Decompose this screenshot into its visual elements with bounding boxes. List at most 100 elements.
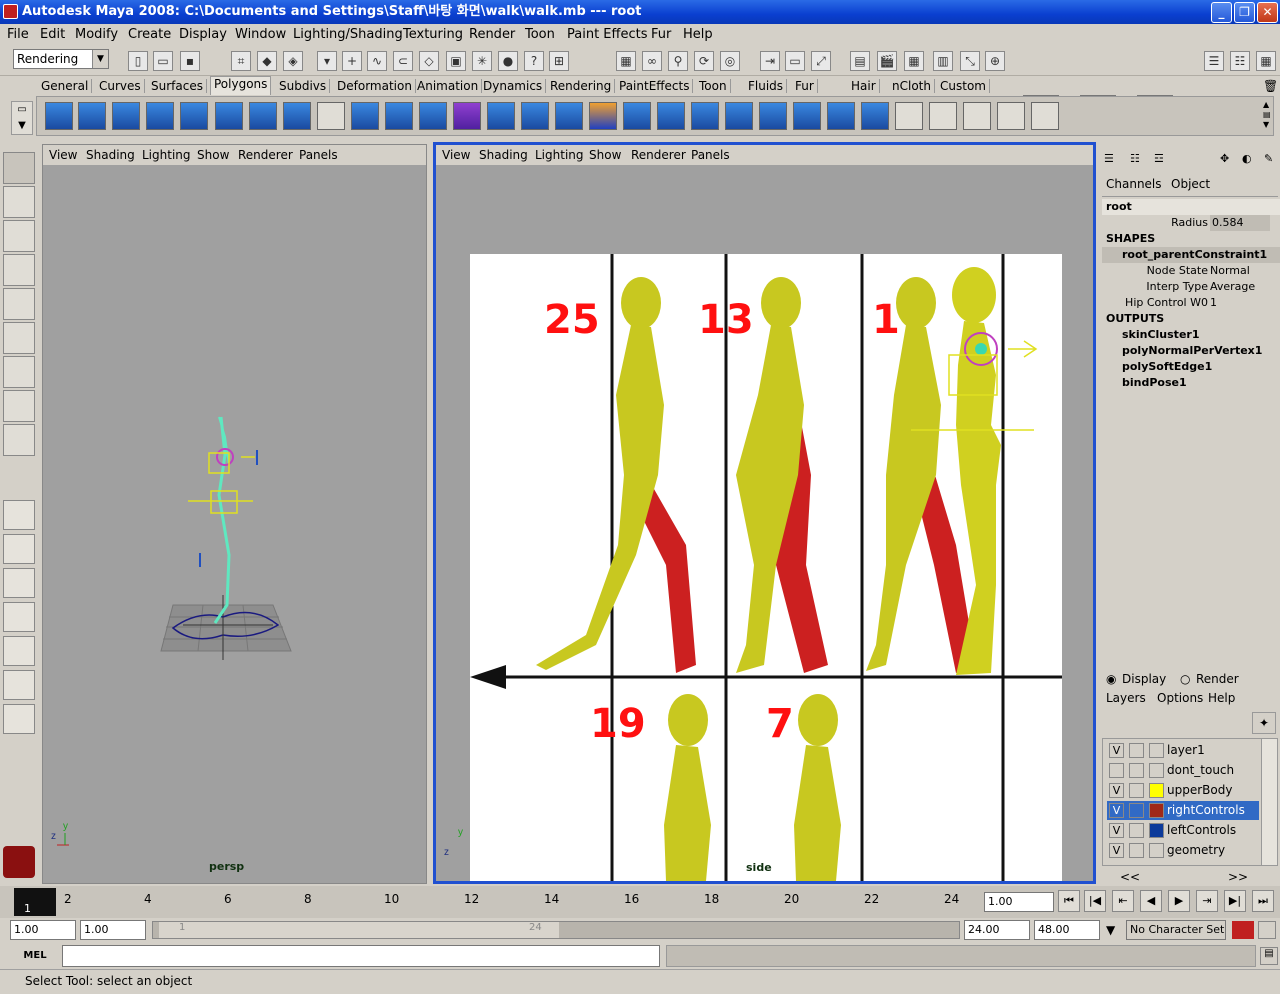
attr-value[interactable]: Normal [1210,263,1250,279]
persp-viewport[interactable]: View Shading Lighting Show Renderer Pane… [42,144,427,884]
paint-icon[interactable]: ✎ [1264,152,1273,165]
combine-icon[interactable] [351,102,379,130]
poly-sphere-icon[interactable] [45,102,73,130]
playback-end-field[interactable]: 24.00 [964,920,1030,940]
soften-edge-icon[interactable] [861,102,889,130]
move-tool-icon[interactable] [3,254,35,286]
range-handle[interactable]: 1 24 [159,922,559,938]
start-time-field[interactable]: 1.00 [10,920,76,940]
shelf-tab-fur[interactable]: Fur [792,79,818,93]
panel-menu-panels[interactable]: Panels [299,148,338,162]
animation-prefs-icon[interactable] [1258,921,1276,939]
radius-value[interactable]: 0.584 [1210,215,1270,231]
maximize-button[interactable]: ❐ [1234,2,1255,23]
render-radio[interactable]: ○ [1180,672,1190,686]
menu-toon[interactable]: Toon [525,27,555,42]
menu-display[interactable]: Display [179,27,227,42]
separate-icon[interactable] [385,102,413,130]
select-tool-icon[interactable] [3,152,35,184]
layer-icon[interactable]: ☷ [1130,152,1140,165]
snap-grid-icon[interactable]: + [342,51,362,71]
offset-edge-loop-icon[interactable] [657,102,685,130]
menu-file[interactable]: File [7,27,29,42]
snap-view-plane-icon[interactable]: ◇ [419,51,439,71]
snap-point-icon[interactable]: ⊂ [393,51,413,71]
help-icon[interactable]: ? [524,51,544,71]
shade-icon[interactable]: ◐ [1242,152,1252,165]
open-scene-icon[interactable]: ▭ [153,51,173,71]
shelf-menu-icon[interactable]: ▭ ▼ [11,101,33,135]
shelf-tab-polygons[interactable]: Polygons [210,76,272,95]
spherical-mapping-icon[interactable] [997,102,1025,130]
shelf-tab-animation[interactable]: Animation [414,79,483,93]
render-view-icon[interactable]: ▦ [616,51,636,71]
poly-pyramid-icon[interactable] [249,102,277,130]
rotate-tool-icon[interactable] [3,288,35,320]
scroll-right-icon[interactable]: >> [1228,870,1248,884]
insert-edge-loop-icon[interactable] [623,102,651,130]
scroll-left-icon[interactable]: << [1120,870,1140,884]
layer-scrollbar[interactable] [1261,739,1277,865]
merge-vertices-icon[interactable] [691,102,719,130]
automatic-mapping-icon[interactable] [1031,102,1059,130]
input-ops-icon[interactable]: ⊞ [549,51,569,71]
transform-field-icon[interactable]: ⤡ [960,51,980,71]
filter-dropdown-icon[interactable]: ▾ [317,51,337,71]
rename-icon[interactable]: ▭ [785,51,805,71]
menu-edit[interactable]: Edit [40,27,65,42]
shelf-tab-subdivs[interactable]: Subdivs [276,79,331,93]
poly-cube-icon[interactable] [78,102,106,130]
uv-editor-icon[interactable] [895,102,923,130]
help-menu[interactable]: Help [1208,691,1235,705]
playback-start-field[interactable]: 1.00 [80,920,146,940]
menu-modify[interactable]: Modify [75,27,118,42]
shelf-tab-curves[interactable]: Curves [96,79,145,93]
snap-curve-icon[interactable]: ∿ [367,51,387,71]
attribute-icon[interactable]: ⤢ [811,51,831,71]
lasso-tool-icon[interactable] [3,186,35,218]
range-track[interactable]: 1 24 [152,921,960,939]
layer-row[interactable]: V upperBody [1107,781,1259,800]
node-name[interactable]: root [1102,199,1280,215]
poly-cone-icon[interactable] [146,102,174,130]
shelf-tab-fluids[interactable]: Fluids [745,79,788,93]
sphere-icon[interactable]: ● [498,51,518,71]
step-forward-frame-icon[interactable]: ▶| [1224,890,1246,912]
step-back-key-icon[interactable]: ⇤ [1112,890,1134,912]
make-live-icon[interactable]: ▣ [446,51,466,71]
mel-input[interactable] [62,945,660,967]
options-menu[interactable]: Options [1157,691,1203,705]
panel-menu-view[interactable]: View [49,148,77,162]
history-icon[interactable]: ✳ [472,51,492,71]
tool-settings-toggle-icon[interactable]: ▦ [1256,51,1276,71]
save-scene-icon[interactable]: ▪ [180,51,200,71]
layout-persp-graph-icon[interactable] [3,602,35,632]
shelf-tab-surfaces[interactable]: Surfaces [148,79,207,93]
soft-modification-icon[interactable] [3,390,35,422]
shelf-tab-dynamics[interactable]: Dynamics [480,79,547,93]
channel-box-toggle-icon[interactable]: ☰ [1204,51,1224,71]
render-globals-icon[interactable]: ▥ [933,51,953,71]
transform-mode-icon[interactable]: ⊕ [985,51,1005,71]
bevel-icon[interactable] [759,102,787,130]
menu-texturing[interactable]: Texturing [403,27,463,42]
move-manip-icon[interactable]: ✥ [1220,152,1229,165]
layout-single-pane-icon[interactable] [3,500,35,530]
shelf-tab-painteffects[interactable]: PaintEffects [616,79,694,93]
extrude-icon[interactable] [487,102,515,130]
step-back-frame-icon[interactable]: |◀ [1084,890,1106,912]
output-node[interactable]: polyNormalPerVertex1 [1102,343,1280,359]
menu-set-select[interactable]: Rendering ▼ [13,49,109,69]
character-set-field[interactable]: No Character Set [1126,920,1226,940]
character-set-chevron-icon[interactable]: ▼ [1106,923,1115,937]
layer-row[interactable]: dont_touch [1107,761,1259,780]
shelf-tab-rendering[interactable]: Rendering [547,79,616,93]
close-button[interactable]: ✕ [1257,2,1278,23]
split-polygon-icon[interactable] [589,102,617,130]
layers-menu[interactable]: Layers [1106,691,1146,705]
channels-tab[interactable]: Channels [1106,177,1162,191]
display-radio[interactable]: ◉ [1106,672,1116,686]
show-manipulator-icon[interactable] [3,424,35,456]
layer-row[interactable]: V geometry [1107,841,1259,860]
attribute-editor-toggle-icon[interactable]: ☷ [1230,51,1250,71]
